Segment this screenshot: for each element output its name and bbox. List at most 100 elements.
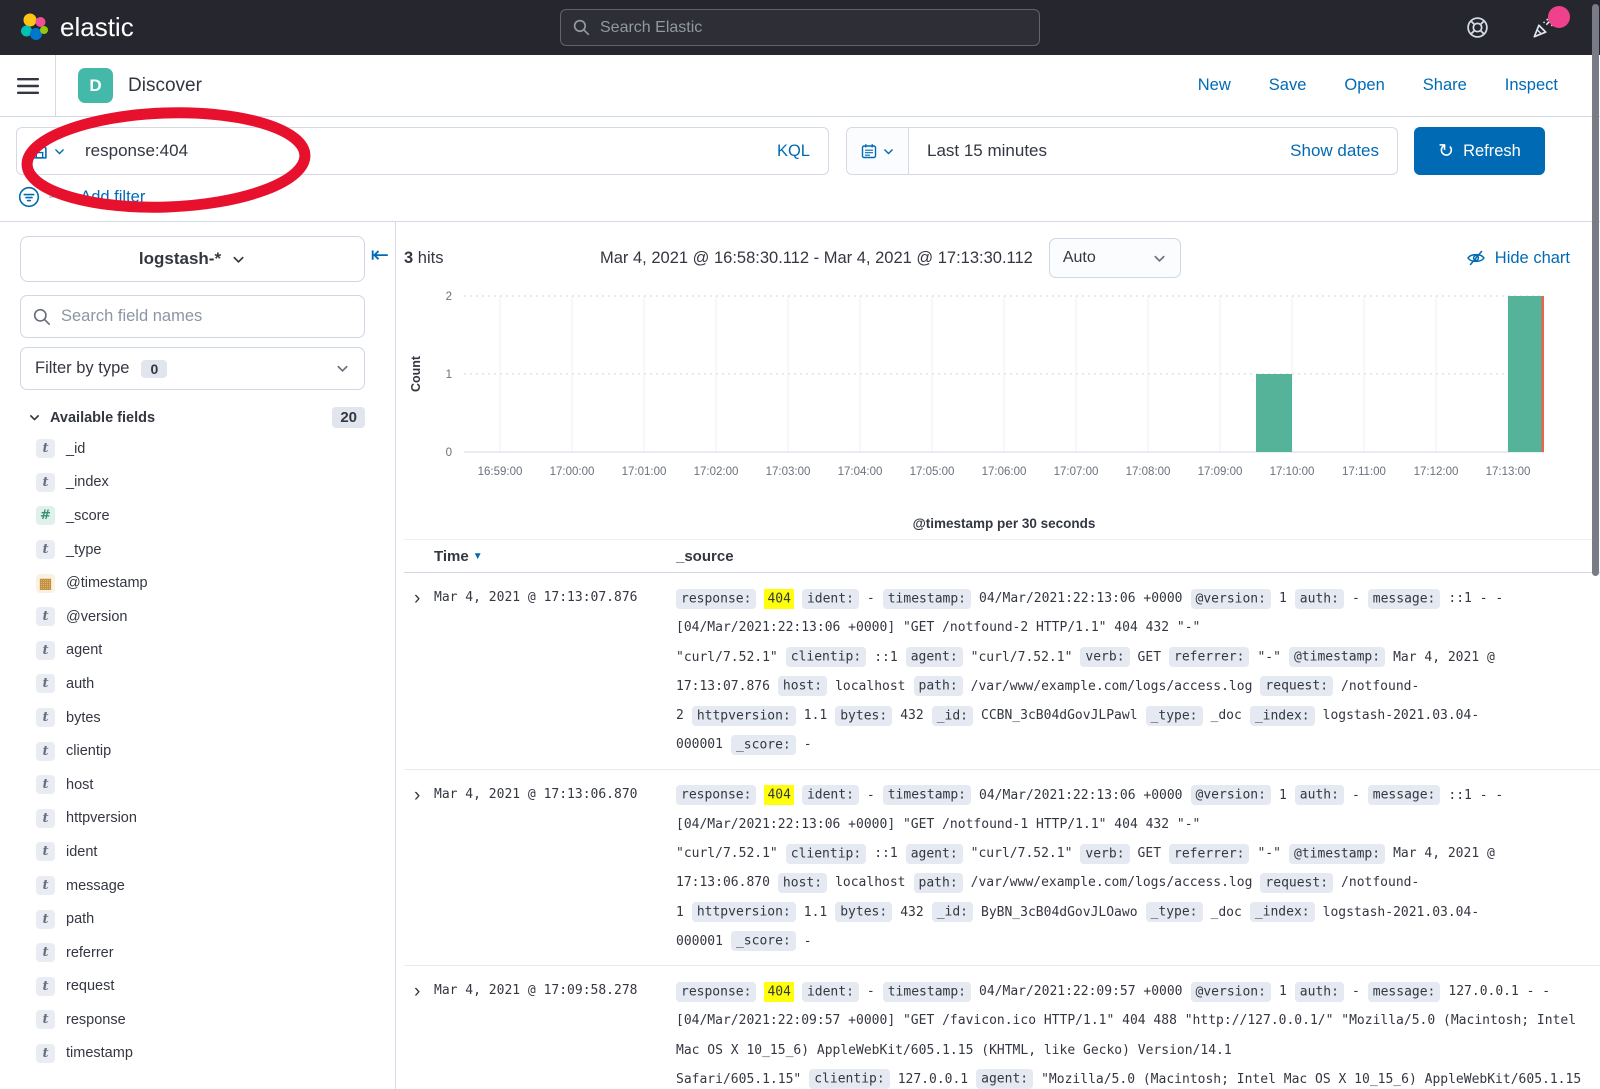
field-value: 1.1 [804,905,827,920]
field-list: t_idt_index#_scoret_type▦@timestampt@ver… [20,432,395,1070]
field-item-host[interactable]: thost [20,768,395,802]
add-filter-button[interactable]: + Add filter [67,188,145,207]
collapse-sidebar-icon[interactable]: ⇤ [371,242,389,268]
field-item-@version[interactable]: t@version [20,600,395,634]
table-header: Time▼ _source [404,539,1600,573]
field-value: GET [1138,846,1161,861]
hamburger-menu-button[interactable] [0,55,56,116]
field-name: host [66,777,93,793]
nav-action-inspect[interactable]: Inspect [1505,76,1558,95]
field-name: _type [66,542,101,558]
field-item-agent[interactable]: tagent [20,634,395,668]
index-pattern-select[interactable]: logstash-* [20,236,365,282]
field-item-ident[interactable]: tident [20,835,395,869]
field-item-_score[interactable]: #_score [20,499,395,533]
query-input[interactable] [79,141,759,161]
interval-select[interactable]: Auto [1049,238,1181,278]
app-navbar: D Discover NewSaveOpenShareInspect [0,55,1600,117]
discover-app-badge: D [78,68,113,103]
field-value: /var/www/example.com/logs/access.log [971,679,1253,694]
nav-action-new[interactable]: New [1198,76,1231,95]
svg-text:17:01:00: 17:01:00 [622,466,667,478]
field-item-clientip[interactable]: tclientip [20,734,395,768]
date-quick-menu-button[interactable] [847,128,909,174]
field-value: - [867,984,875,999]
filter-icon[interactable] [18,186,40,208]
field-pill: agent: [906,844,963,864]
field-item-request[interactable]: trequest [20,970,395,1004]
text-type-icon: t [36,439,55,458]
field-item-referrer[interactable]: treferrer [20,936,395,970]
filter-by-type-select[interactable]: Filter by type 0 [20,347,365,390]
field-pill: verb: [1080,844,1129,864]
field-pill: auth: [1295,589,1344,609]
field-pill: path: [914,676,963,696]
help-icon[interactable] [1465,15,1490,40]
global-header: elastic [0,0,1600,55]
field-item-httpversion[interactable]: thttpversion [20,802,395,836]
filter-by-type-count: 0 [141,360,167,378]
content-area: ⇤ logstash-* Filter by type 0 Ava [0,222,1600,1089]
available-fields-header[interactable]: Available fields 20 [28,407,365,428]
date-type-icon: ▦ [36,574,55,593]
global-search-input[interactable] [600,19,1027,37]
field-pill: _index: [1250,902,1315,922]
field-pill: _id: [932,706,973,726]
time-range-value[interactable]: Last 15 minutes [909,141,1290,161]
field-item-auth[interactable]: tauth [20,667,395,701]
nav-action-open[interactable]: Open [1344,76,1384,95]
field-value: "-" [1257,650,1280,665]
field-item-_index[interactable]: t_index [20,466,395,500]
field-pill: message: [1368,785,1441,805]
global-search[interactable] [560,9,1040,46]
number-type-icon: # [36,506,55,525]
field-item-message[interactable]: tmessage [20,869,395,903]
field-search[interactable] [20,295,365,338]
time-column-header[interactable]: Time▼ [434,548,676,565]
field-name: auth [66,676,94,692]
field-value: 04/Mar/2021:22:13:06 +0000 [979,788,1183,803]
field-item-path[interactable]: tpath [20,902,395,936]
field-item-_id[interactable]: t_id [20,432,395,466]
text-type-icon: t [36,473,55,492]
expand-row-icon[interactable]: › [404,584,434,760]
show-dates-button[interactable]: Show dates [1290,141,1397,161]
refresh-button[interactable]: ↻ Refresh [1414,127,1545,175]
field-name: httpversion [66,810,137,826]
field-item-timestamp[interactable]: ttimestamp [20,1037,395,1071]
text-type-icon: t [36,742,55,761]
scrollbar[interactable] [1592,4,1599,576]
hide-chart-button[interactable]: Hide chart [1466,248,1570,268]
histogram-chart[interactable]: 16:59:0017:00:0017:01:0017:02:0017:03:00… [404,282,1600,539]
svg-text:1: 1 [446,369,452,381]
highlighted-value: 404 [764,785,793,805]
field-item-_type[interactable]: t_type [20,533,395,567]
field-search-input[interactable] [61,307,352,326]
newsfeed-button[interactable] [1530,15,1556,41]
query-language-button[interactable]: KQL [759,142,828,161]
field-name: ident [66,844,97,860]
svg-text:17:07:00: 17:07:00 [1054,466,1099,478]
expand-row-icon[interactable]: › [404,977,434,1089]
field-item-bytes[interactable]: tbytes [20,701,395,735]
hamburger-icon [17,77,39,95]
notification-dot [1548,6,1570,28]
nav-action-save[interactable]: Save [1269,76,1307,95]
field-value: - [804,934,812,949]
nav-action-share[interactable]: Share [1423,76,1467,95]
field-pill: request: [1260,873,1333,893]
table-row: ›Mar 4, 2021 @ 17:13:07.876response:404i… [404,573,1600,770]
query-bar: KQL Last 15 minutes Show dates ↻ Refresh [0,117,1600,184]
elastic-logo[interactable]: elastic [18,12,134,44]
expand-row-icon[interactable]: › [404,781,434,957]
field-pill: host: [778,676,827,696]
row-source: response:404ident:-timestamp:04/Mar/2021… [676,584,1600,760]
field-pill: response: [676,785,756,805]
field-item-@timestamp[interactable]: ▦@timestamp [20,566,395,600]
eye-slash-icon [1466,248,1486,268]
field-item-response[interactable]: tresponse [20,1003,395,1037]
svg-text:17:08:00: 17:08:00 [1126,466,1171,478]
saved-query-menu-button[interactable] [17,128,79,174]
chevron-down-icon [1152,251,1167,266]
field-pill: response: [676,982,756,1002]
